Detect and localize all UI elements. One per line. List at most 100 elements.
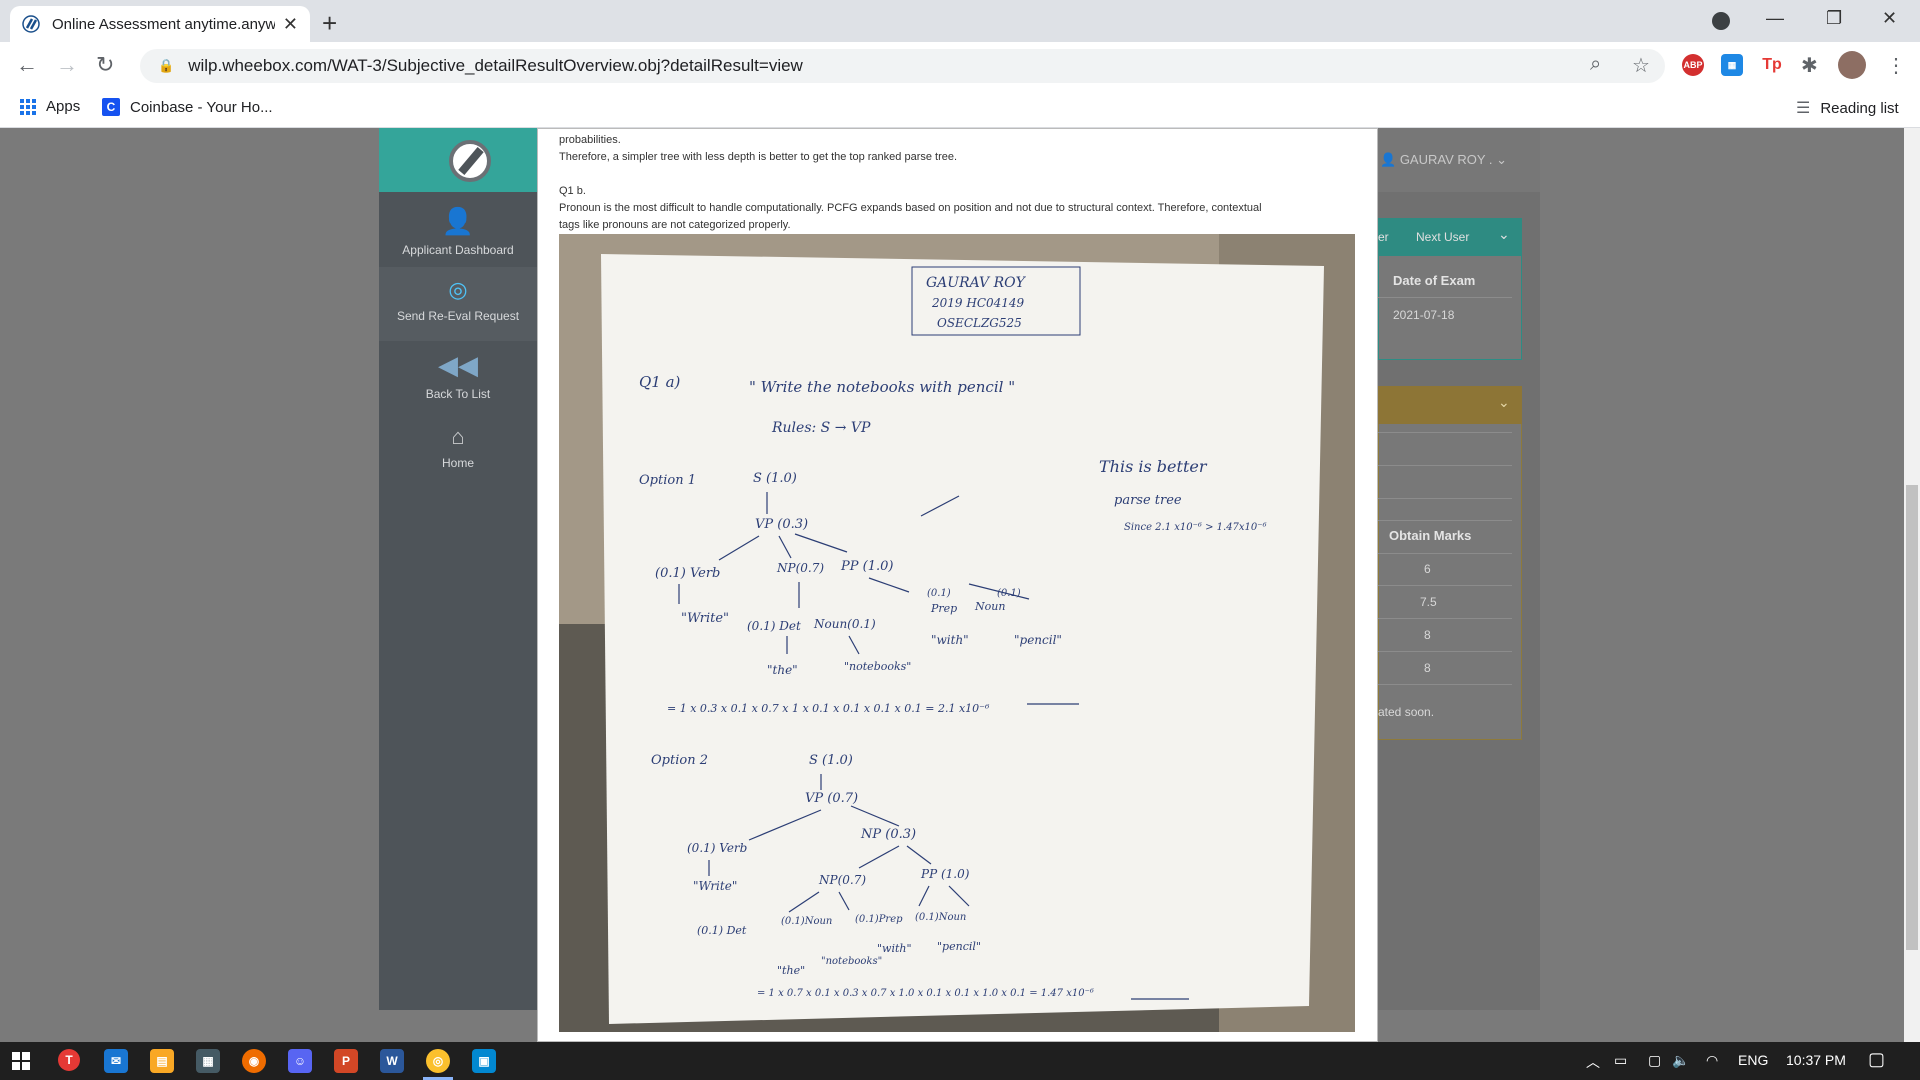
leaf-word: "notebooks"	[821, 956, 882, 967]
forward-icon[interactable]: →	[56, 52, 78, 78]
reading-list-label: Reading list	[1820, 99, 1899, 117]
answer-text: tags like pronouns are not categorized p…	[559, 219, 791, 231]
divider	[1378, 465, 1512, 466]
divider	[1378, 553, 1512, 554]
sidebar-item-applicant-dashboard[interactable]: 👤 Applicant Dashboard	[379, 206, 537, 266]
sentence: " Write the notebooks with pencil "	[749, 378, 1015, 396]
sidebar-item-home[interactable]: ⌂ Home	[379, 424, 537, 484]
reading-list-button[interactable]: ☰ Reading list	[1796, 98, 1899, 118]
adblock-extension-icon[interactable]: ABP	[1682, 54, 1704, 76]
divider	[1378, 684, 1512, 685]
wheebox-favicon-icon	[22, 15, 40, 33]
windows-start-icon[interactable]	[12, 1052, 30, 1070]
language-indicator[interactable]: ENG	[1738, 1052, 1768, 1068]
date-of-exam-value: 2021-07-18	[1393, 308, 1455, 322]
wifi-icon[interactable]: ◠	[1706, 1052, 1718, 1069]
new-tab-icon[interactable]: +	[322, 8, 337, 39]
close-window-icon[interactable]: ✕	[1882, 8, 1897, 29]
extension-icon[interactable]: ▦	[1721, 54, 1743, 76]
scrollbar-thumb[interactable]	[1906, 485, 1918, 950]
user-name: GAURAV ROY .	[1399, 152, 1493, 167]
student-name: GAURAV ROY	[926, 275, 1027, 291]
photos-icon[interactable]: ▣	[472, 1049, 496, 1073]
user-icon: 👤	[1380, 152, 1400, 167]
tree-node: Noun	[974, 600, 1005, 613]
student-id: 2019 HC04149	[931, 296, 1025, 310]
tree-node: NP(0.7)	[776, 561, 824, 575]
volume-icon[interactable]: 🔈	[1672, 1052, 1689, 1069]
app-t-icon[interactable]: T	[58, 1049, 80, 1071]
option-2-label: Option 2	[651, 753, 708, 768]
zoom-icon[interactable]: ⌕	[1590, 53, 1601, 76]
browser-tab[interactable]: Online Assessment anytime.anyw ✕	[10, 6, 310, 42]
note-text: This is better	[1099, 457, 1208, 476]
date-of-exam-label: Date of Exam	[1393, 273, 1476, 288]
minimize-icon[interactable]: —	[1766, 8, 1784, 29]
home-icon: ⌂	[451, 424, 465, 449]
sidebar-item-label: Home	[441, 456, 474, 470]
note-text: parse tree	[1114, 493, 1182, 508]
mail-icon[interactable]: ✉	[104, 1049, 128, 1073]
target-icon: ◎	[448, 277, 468, 302]
sidebar-item-label: Applicant Dashboard	[402, 243, 514, 257]
windows-taskbar: T ✉ ▤ ▦ ◉ ☺ P W ◎ ▣ ︿ ▭ ▢ 🔈 ◠ ENG 10:37 …	[0, 1042, 1920, 1080]
chevron-up-icon[interactable]: ︿	[1586, 1052, 1600, 1072]
tree-node: PP (1.0)	[920, 867, 970, 881]
sidebar-item-re-eval[interactable]: ◎ Send Re-Eval Request	[379, 267, 537, 341]
bookmarks-bar: Apps C Coinbase - Your Ho... ☰ Reading l…	[0, 88, 1920, 128]
close-tab-icon[interactable]: ✕	[283, 14, 298, 35]
reload-icon[interactable]: ↻	[96, 52, 114, 78]
prev-user-button[interactable]: er	[1378, 230, 1389, 244]
notification-icon[interactable]: ▢	[1868, 1049, 1885, 1070]
powerpoint-icon[interactable]: P	[334, 1049, 358, 1073]
battery-icon[interactable]: ▭	[1614, 1052, 1627, 1069]
bookmark-apps[interactable]: Apps	[20, 98, 80, 115]
tree-node: (0.1) Verb	[687, 841, 747, 855]
divider	[1378, 520, 1512, 521]
bookmark-star-icon[interactable]: ☆	[1632, 53, 1650, 78]
file-explorer-icon[interactable]: ▤	[150, 1049, 174, 1073]
firefox-icon[interactable]: ◉	[242, 1049, 266, 1073]
divider	[1378, 651, 1512, 652]
tree-node: S (1.0)	[809, 753, 853, 768]
address-bar[interactable]: 🔒 wilp.wheebox.com/WAT-3/Subjective_deta…	[140, 49, 1665, 83]
discord-icon[interactable]: ☺	[288, 1049, 312, 1073]
next-user-button[interactable]: Next User	[1416, 230, 1469, 244]
answer-sheet-photo[interactable]: GAURAV ROY 2019 HC04149 OSECLZG525 Q1 a)…	[559, 234, 1355, 1032]
bookmark-coinbase[interactable]: C Coinbase - Your Ho...	[102, 98, 273, 116]
chevron-down-icon: ⌄	[1492, 152, 1508, 167]
sidebar-item-back-to-list[interactable]: ◀◀ Back To List	[379, 350, 537, 410]
divider	[1378, 297, 1512, 298]
obtain-marks-header: Obtain Marks	[1389, 528, 1472, 543]
browser-toolbar: ← → ↻ 🔒 wilp.wheebox.com/WAT-3/Subjectiv…	[0, 42, 1920, 88]
restore-icon[interactable]: ❐	[1826, 8, 1842, 29]
tab-search-icon[interactable]	[1712, 12, 1730, 30]
tp-extension-icon[interactable]: Tp	[1761, 54, 1783, 76]
meet-now-icon[interactable]: ▢	[1648, 1052, 1661, 1069]
tree-node: PP (1.0)	[840, 559, 893, 574]
user-menu[interactable]: 👤 GAURAV ROY . ⌄	[1380, 152, 1507, 168]
tab-strip: Online Assessment anytime.anyw ✕ + — ❐ ✕	[0, 0, 1920, 42]
clock[interactable]: 10:37 PM	[1786, 1052, 1846, 1068]
marks-value: 6	[1424, 562, 1431, 576]
exam-info-card-header: er Next User ⌄	[1378, 218, 1522, 256]
profile-avatar[interactable]	[1838, 51, 1866, 79]
chevron-down-icon[interactable]: ⌄	[1498, 226, 1510, 243]
puzzle-extensions-icon[interactable]: ✱	[1801, 53, 1818, 78]
tree-node: S (1.0)	[753, 471, 797, 486]
user-icon: 👤	[441, 206, 475, 236]
back-icon[interactable]: ←	[16, 52, 38, 78]
marks-value: 7.5	[1420, 595, 1437, 609]
leaf-word: "with"	[931, 633, 969, 647]
menu-kebab-icon[interactable]: ⋮	[1886, 53, 1906, 78]
marks-card	[1378, 386, 1522, 740]
question-label: Q1 b.	[559, 185, 586, 197]
chevron-down-icon[interactable]: ⌄	[1498, 394, 1510, 411]
calculator-icon[interactable]: ▦	[196, 1049, 220, 1073]
marks-card-header: ⌄	[1378, 386, 1522, 424]
word-icon[interactable]: W	[380, 1049, 404, 1073]
chrome-icon[interactable]: ◎	[426, 1049, 450, 1073]
course-code: OSECLZG525	[937, 316, 1022, 330]
tree-node: Noun(0.1)	[813, 617, 876, 631]
coinbase-icon: C	[102, 98, 120, 116]
